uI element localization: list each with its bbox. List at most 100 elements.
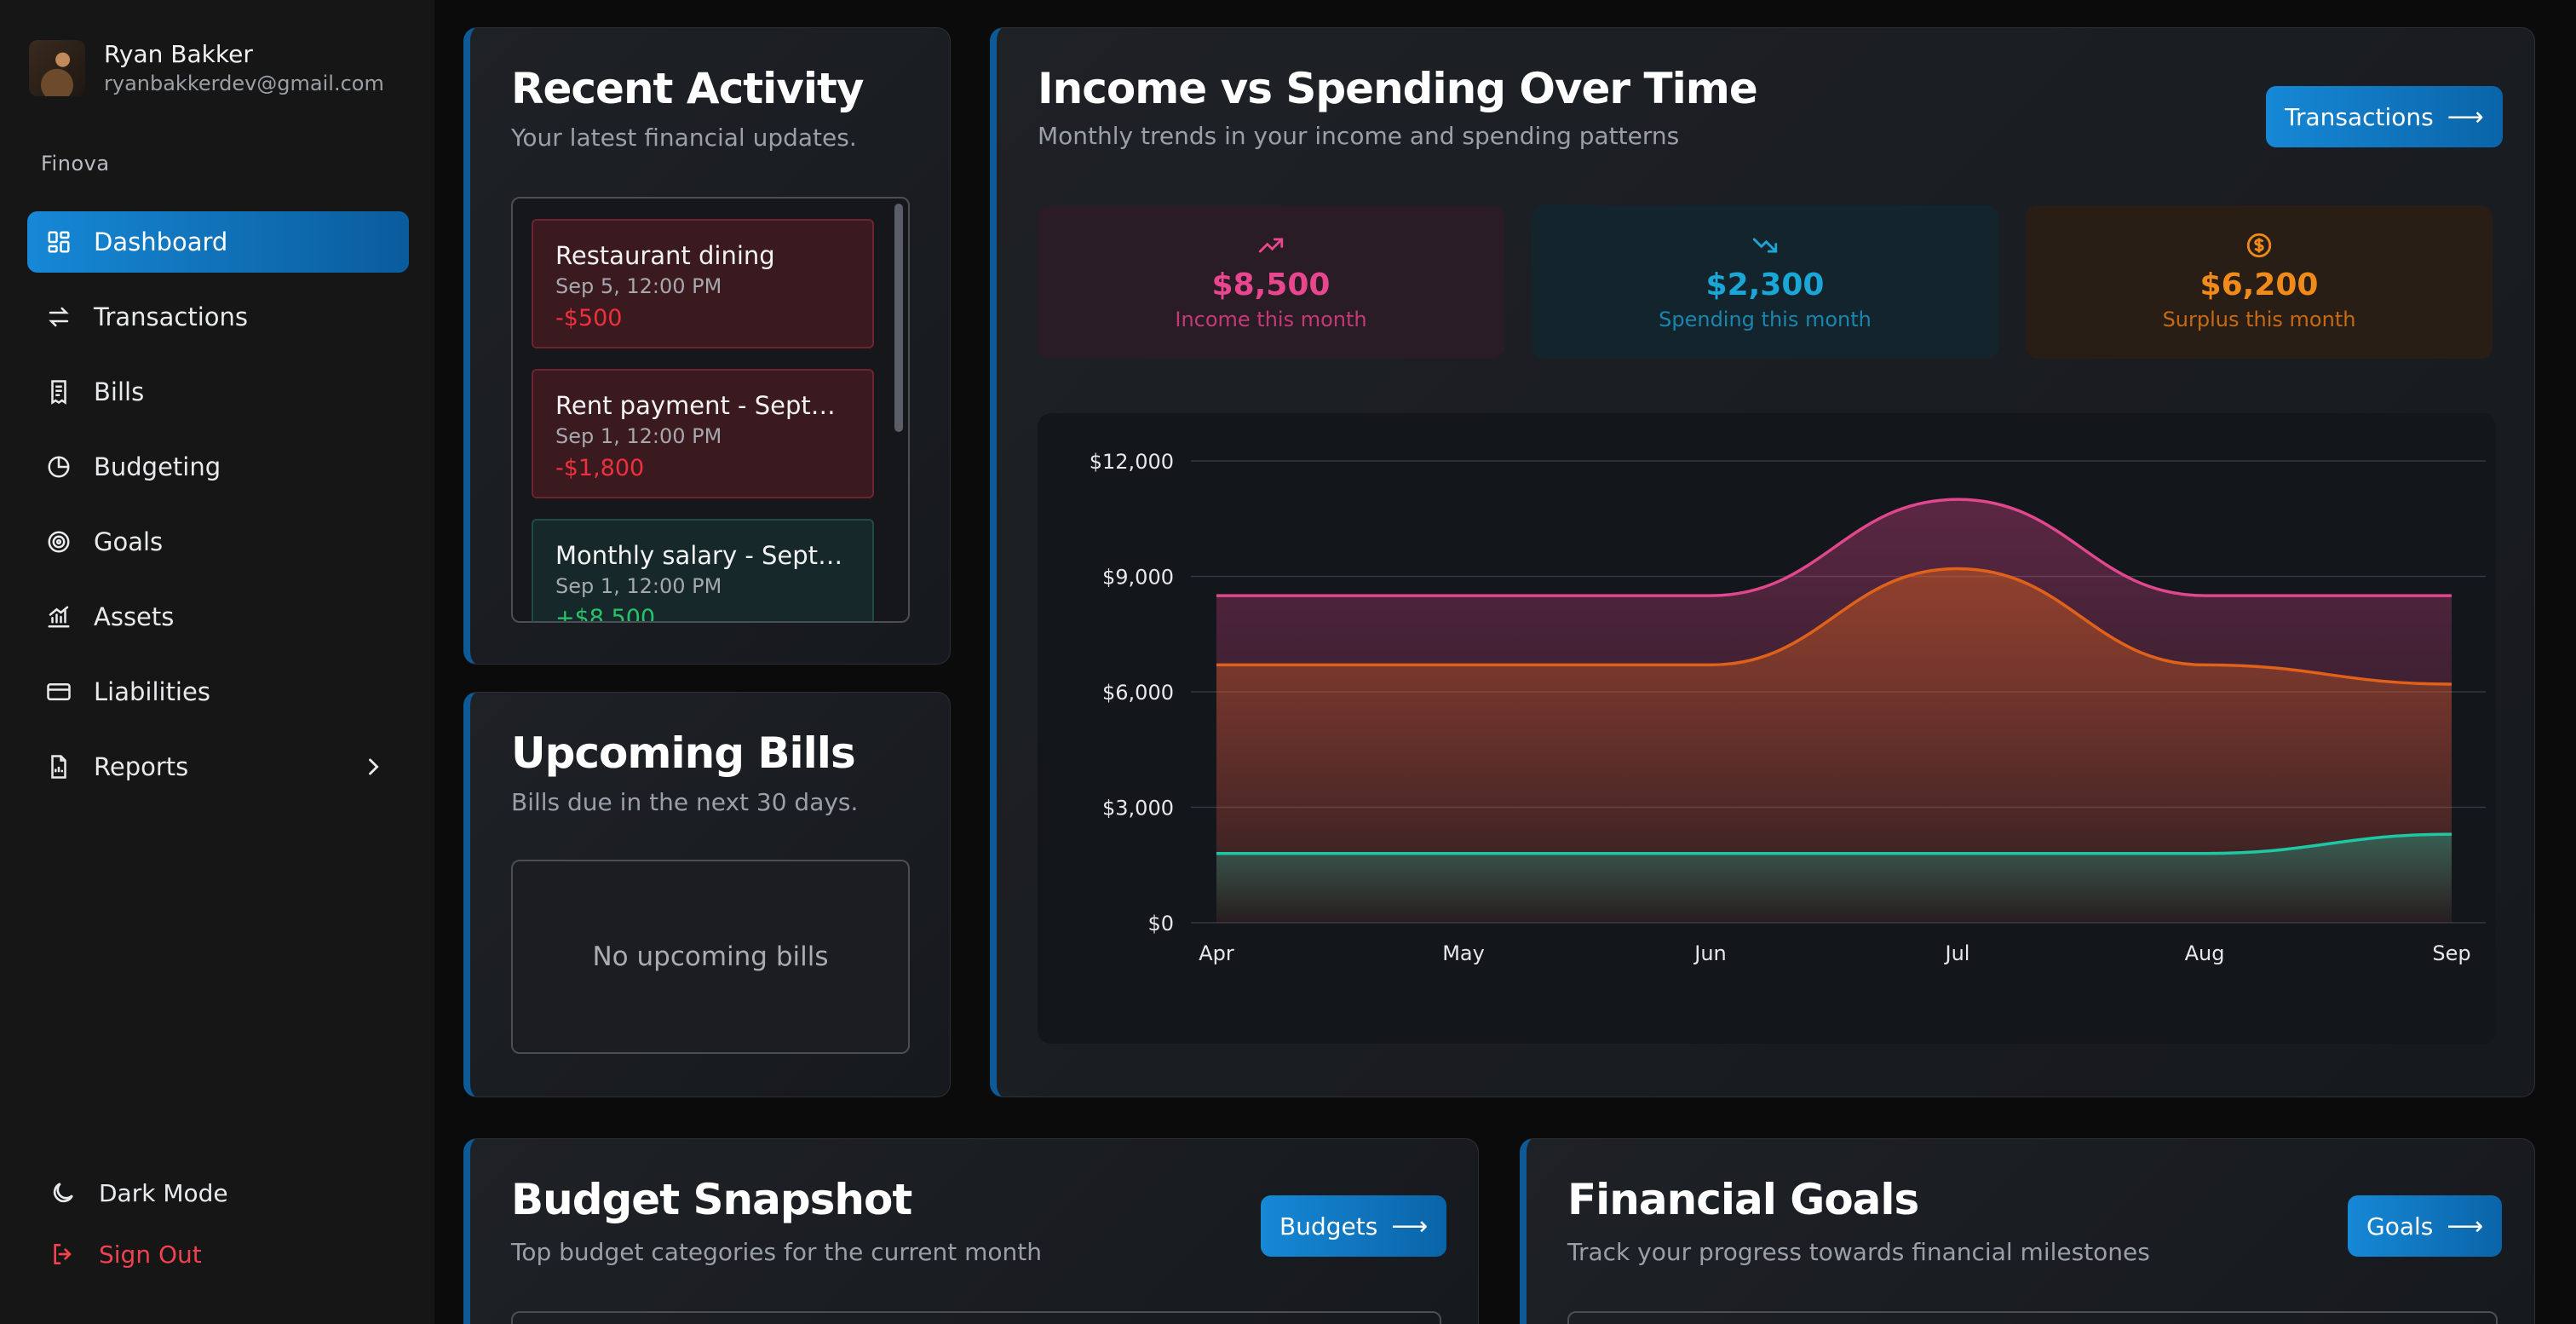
arrow-right-icon: ⟶ — [2447, 101, 2484, 132]
sidebar-item-label: Budgeting — [94, 452, 221, 481]
sidebar-item-label: Transactions — [94, 302, 249, 331]
activity-item[interactable]: Restaurant dining Sep 5, 12:00 PM -$500 — [532, 219, 874, 348]
trending-down-icon — [1752, 238, 1778, 253]
budget-snapshot-title: Budget Snapshot — [511, 1175, 912, 1224]
budgets-button-label: Budgets — [1279, 1212, 1378, 1241]
reports-icon — [46, 754, 72, 780]
activity-amount: -$500 — [555, 305, 623, 331]
arrow-right-icon: ⟶ — [2447, 1211, 2484, 1241]
income-stat: $8,500 Income this month — [1038, 205, 1504, 359]
bills-empty-state: No upcoming bills — [511, 860, 910, 1054]
surplus-stat: $6,200 Surplus this month — [2026, 205, 2493, 359]
income-spending-chart: $0 $3,000 $6,000 $9,000 $12,000 Apr May Jun Jul A… — [1038, 413, 2496, 1044]
chevron-right-icon[interactable] — [361, 755, 385, 779]
x-tick-label: Aug — [2185, 941, 2225, 965]
activity-amount: +$8,500 — [555, 605, 656, 623]
sign-out-label: Sign Out — [99, 1240, 202, 1269]
activity-amount: -$1,800 — [555, 455, 645, 481]
goals-button[interactable]: Goals ⟶ — [2348, 1195, 2503, 1257]
y-tick-label: $0 — [1147, 912, 1174, 935]
dollar-circle-icon — [2246, 233, 2272, 258]
activity-list[interactable]: Restaurant dining Sep 5, 12:00 PM -$500 … — [511, 197, 910, 623]
upcoming-bills-title: Upcoming Bills — [511, 728, 856, 778]
sidebar-item-label: Goals — [94, 527, 164, 556]
x-tick-label: Jul — [1944, 941, 1970, 965]
sidebar-nav: Dashboard Transactions Bills Budgeting G… — [27, 211, 409, 811]
x-tick-label: Apr — [1199, 941, 1234, 965]
recent-activity-title: Recent Activity — [511, 64, 864, 113]
income-spending-card: Income vs Spending Over Time Monthly tre… — [990, 27, 2535, 1097]
x-tick-label: Jun — [1693, 941, 1727, 965]
sidebar-item-goals[interactable]: Goals — [27, 511, 409, 573]
financial-goals-subtitle: Track your progress towards financial mi… — [1567, 1238, 2150, 1266]
dark-mode-toggle[interactable]: Dark Mode — [49, 1174, 228, 1212]
activity-time: Sep 5, 12:00 PM — [555, 274, 722, 298]
transactions-icon — [46, 304, 72, 330]
sign-out-icon — [54, 1244, 72, 1264]
assets-icon — [46, 604, 72, 630]
trending-up-icon — [1258, 238, 1284, 253]
financial-goals-card: Financial Goals Track your progress towa… — [1520, 1138, 2535, 1324]
goals-list — [1567, 1311, 2498, 1324]
spending-label: Spending this month — [1659, 308, 1872, 331]
sidebar-item-assets[interactable]: Assets — [27, 586, 409, 648]
y-tick-label: $6,000 — [1102, 681, 1174, 705]
recent-activity-subtitle: Your latest financial updates. — [511, 124, 857, 152]
surplus-value: $6,200 — [2199, 268, 2319, 302]
sidebar-item-label: Assets — [94, 602, 175, 631]
spending-value: $2,300 — [1705, 268, 1825, 302]
sidebar-item-transactions[interactable]: Transactions — [27, 286, 409, 348]
income-spending-subtitle: Monthly trends in your income and spendi… — [1038, 122, 1680, 150]
sidebar-item-reports[interactable]: Reports — [27, 736, 409, 797]
user-email: ryanbakkerdev@gmail.com — [104, 72, 384, 95]
budget-list — [511, 1311, 1441, 1324]
sidebar-footer: Dark Mode Sign Out — [49, 1174, 228, 1297]
user-profile[interactable]: Ryan Bakker ryanbakkerdev@gmail.com — [29, 39, 384, 97]
sign-out-button[interactable]: Sign Out — [49, 1235, 228, 1273]
transactions-button[interactable]: Transactions ⟶ — [2266, 86, 2503, 147]
surplus-label: Surplus this month — [2162, 308, 2356, 331]
sidebar-item-liabilities[interactable]: Liabilities — [27, 661, 409, 722]
y-tick-label: $12,000 — [1090, 450, 1174, 474]
budget-snapshot-card: Budget Snapshot Top budget categories fo… — [463, 1138, 1479, 1324]
activity-item[interactable]: Monthly salary - Septe... Sep 1, 12:00 P… — [532, 519, 874, 623]
dashboard-icon — [46, 229, 72, 255]
activity-title: Rent payment - Septem... — [555, 391, 850, 420]
recent-activity-card: Recent Activity Your latest financial up… — [463, 27, 951, 665]
arrow-right-icon: ⟶ — [1391, 1211, 1429, 1241]
upcoming-bills-card: Upcoming Bills Bills due in the next 30 … — [463, 692, 951, 1097]
income-value: $8,500 — [1211, 268, 1331, 302]
sidebar-item-label: Liabilities — [94, 677, 210, 706]
avatar — [29, 40, 85, 96]
activity-time: Sep 1, 12:00 PM — [555, 424, 722, 448]
area-chart: $0 $3,000 $6,000 $9,000 $12,000 Apr May Jun Jul A… — [1090, 450, 2486, 965]
y-tick-label: $3,000 — [1102, 797, 1174, 820]
transactions-button-label: Transactions — [2285, 102, 2434, 131]
goals-button-label: Goals — [2366, 1212, 2434, 1241]
activity-time: Sep 1, 12:00 PM — [555, 574, 722, 598]
x-tick-label: May — [1442, 941, 1485, 965]
user-name: Ryan Bakker — [104, 40, 253, 68]
activity-title: Restaurant dining — [555, 241, 775, 270]
sidebar-item-budgeting[interactable]: Budgeting — [27, 436, 409, 498]
budgeting-icon — [46, 454, 72, 480]
goals-icon — [46, 529, 72, 555]
budget-snapshot-subtitle: Top budget categories for the current mo… — [511, 1238, 1043, 1266]
financial-goals-title: Financial Goals — [1567, 1175, 1919, 1224]
scrollbar-thumb[interactable] — [894, 204, 903, 432]
sidebar: Ryan Bakker ryanbakkerdev@gmail.com Fino… — [0, 0, 434, 1324]
moon-icon — [53, 1183, 73, 1203]
budgets-button[interactable]: Budgets ⟶ — [1261, 1195, 1447, 1257]
liabilities-icon — [46, 679, 72, 705]
activity-title: Monthly salary - Septe... — [555, 541, 850, 570]
sidebar-item-label: Reports — [94, 752, 189, 781]
dark-mode-label: Dark Mode — [99, 1178, 228, 1207]
x-tick-label: Sep — [2432, 941, 2470, 965]
sidebar-item-label: Bills — [94, 377, 145, 406]
spending-stat: $2,300 Spending this month — [1532, 205, 1998, 359]
sidebar-item-bills[interactable]: Bills — [27, 361, 409, 423]
sidebar-item-dashboard[interactable]: Dashboard — [27, 211, 409, 273]
activity-item[interactable]: Rent payment - Septem... Sep 1, 12:00 PM… — [532, 369, 874, 498]
y-tick-label: $9,000 — [1102, 566, 1174, 590]
brand-label: Finova — [41, 152, 110, 176]
